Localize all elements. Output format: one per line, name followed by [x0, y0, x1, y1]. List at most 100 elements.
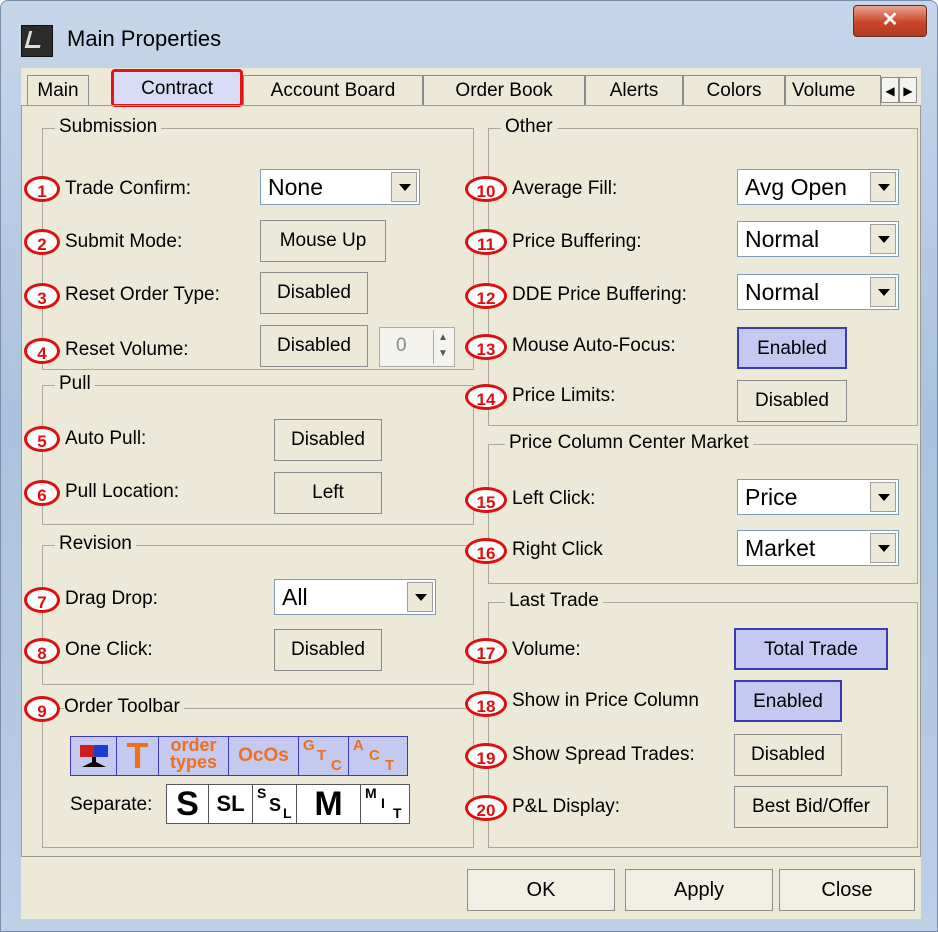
drag-drop-select[interactable]: All [274, 579, 436, 615]
one-click-button[interactable]: Disabled [274, 629, 382, 671]
price-column-center-market-legend: Price Column Center Market [505, 432, 753, 454]
price-buffering-select[interactable]: Normal [737, 221, 899, 257]
tab-alerts[interactable]: Alerts [585, 75, 683, 105]
auto-pull-button[interactable]: Disabled [274, 419, 382, 461]
dialog-client: Main Contract Account Board Order Book A… [21, 68, 921, 919]
tab-scroll-left-icon[interactable]: ◀ [881, 77, 899, 103]
drag-drop-label: Drag Drop: [65, 588, 158, 609]
order-types-button[interactable]: order types [159, 737, 229, 775]
ssl-s1: S [257, 785, 267, 801]
order-toolbar-row2: S SL S S L M M I T [166, 784, 410, 824]
pl-display-label: P&L Display: [512, 796, 621, 817]
badge-20: 20 [465, 795, 507, 821]
price-limits-button[interactable]: Disabled [737, 380, 847, 422]
submit-mode-button[interactable]: Mouse Up [260, 220, 386, 262]
tab-colors[interactable]: Colors [683, 75, 785, 105]
price-limits-label: Price Limits: [512, 385, 616, 406]
main-properties-window: Main Properties ✕ Main Contract Account … [0, 0, 938, 932]
badge-14: 14 [465, 384, 507, 410]
tab-contract[interactable]: Contract [111, 69, 243, 107]
badge-11: 11 [465, 229, 507, 255]
tab-account-board[interactable]: Account Board [243, 75, 423, 105]
badge-10: 10 [465, 176, 507, 202]
chevron-down-icon[interactable] [870, 172, 896, 202]
pull-group: Pull [42, 373, 474, 525]
badge-17: 17 [465, 638, 507, 664]
left-click-value: Price [745, 484, 798, 510]
toolbar-t-button[interactable]: T [117, 737, 159, 775]
reset-volume-label: Reset Volume: [65, 339, 189, 360]
volume-label: Volume: [512, 639, 581, 660]
badge-4: 4 [24, 338, 60, 364]
act-t: T [385, 757, 395, 774]
drag-drop-value: All [282, 584, 308, 610]
order-toolbar-row1: T order types OcOs G T C A C T [70, 736, 408, 776]
act-button[interactable]: A C T [349, 737, 407, 775]
right-click-select[interactable]: Market [737, 530, 899, 566]
chevron-down-icon[interactable] [870, 277, 896, 307]
badge-7: 7 [24, 587, 60, 613]
chevron-down-icon[interactable] [870, 533, 896, 563]
badge-5: 5 [24, 426, 60, 452]
close-button[interactable]: Close [779, 869, 915, 911]
reset-volume-button[interactable]: Disabled [260, 325, 368, 367]
ok-button[interactable]: OK [467, 869, 615, 911]
mit-i: I [381, 795, 385, 811]
pl-display-button[interactable]: Best Bid/Offer [734, 786, 888, 828]
average-fill-select[interactable]: Avg Open [737, 169, 899, 205]
show-spread-trades-button[interactable]: Disabled [734, 734, 842, 776]
pull-location-label: Pull Location: [65, 481, 180, 502]
separate-s-button[interactable]: S [167, 785, 209, 823]
show-in-price-column-button[interactable]: Enabled [734, 680, 842, 722]
tab-strip: Main Contract Account Board Order Book A… [21, 68, 921, 107]
mit-t: T [393, 805, 402, 821]
ocos-button[interactable]: OcOs [229, 737, 299, 775]
badge-13: 13 [465, 334, 507, 360]
badge-6: 6 [24, 480, 60, 506]
revision-legend: Revision [55, 533, 136, 555]
close-window-button[interactable]: ✕ [853, 5, 927, 37]
trade-confirm-select[interactable]: None [260, 169, 420, 205]
tab-order-book[interactable]: Order Book [423, 75, 585, 105]
reset-volume-spin-value: 0 [396, 335, 407, 356]
gtc-c: C [331, 757, 342, 774]
mit-m: M [365, 785, 377, 801]
app-icon [21, 25, 53, 57]
chevron-down-icon[interactable] [870, 224, 896, 254]
mouse-auto-focus-button[interactable]: Enabled [737, 327, 847, 369]
order-types-line2: types [169, 752, 218, 772]
chevron-down-icon[interactable] [407, 582, 433, 612]
contract-tab-page: Submission 1 Trade Confirm: None 2 Submi… [21, 105, 921, 857]
badge-9: 9 [24, 696, 60, 722]
show-in-price-column-label: Show in Price Column [512, 690, 699, 711]
tab-scroll-right-icon[interactable]: ▶ [899, 77, 917, 103]
badge-18: 18 [465, 691, 507, 717]
separate-ssl-button[interactable]: S S L [253, 785, 297, 823]
chevron-down-icon[interactable] [391, 172, 417, 202]
apply-button[interactable]: Apply [625, 869, 773, 911]
volume-button[interactable]: Total Trade [734, 628, 888, 670]
dde-price-buffering-label: DDE Price Buffering: [512, 284, 687, 305]
window-title: Main Properties [67, 26, 222, 51]
last-trade-legend: Last Trade [505, 590, 603, 612]
price-buffering-value: Normal [745, 226, 820, 252]
pull-legend: Pull [55, 373, 95, 395]
separate-sl-button[interactable]: SL [209, 785, 253, 823]
monitor-icon[interactable] [71, 737, 117, 775]
tab-volume[interactable]: Volume [785, 75, 881, 105]
separate-mit-button[interactable]: M I T [361, 785, 409, 823]
price-buffering-label: Price Buffering: [512, 231, 642, 252]
chevron-down-icon[interactable] [870, 482, 896, 512]
ssl-s2: S [269, 795, 282, 815]
reset-volume-spinner[interactable]: 0 ▲ ▼ [379, 327, 455, 367]
gtc-button[interactable]: G T C [299, 737, 349, 775]
trade-confirm-label: Trade Confirm: [65, 178, 191, 199]
dde-price-buffering-select[interactable]: Normal [737, 274, 899, 310]
pull-location-button[interactable]: Left [274, 472, 382, 514]
reset-order-type-button[interactable]: Disabled [260, 272, 368, 314]
spinner-arrows-icon[interactable]: ▲ ▼ [433, 330, 452, 364]
tab-main[interactable]: Main [27, 75, 89, 105]
separate-m-button[interactable]: M [297, 785, 361, 823]
left-click-select[interactable]: Price [737, 479, 899, 515]
other-legend: Other [501, 116, 557, 138]
